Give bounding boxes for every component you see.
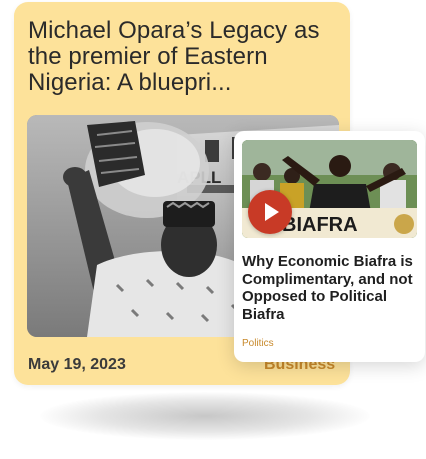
banner-lettering: BIAFRA <box>282 214 358 236</box>
related-article-category[interactable]: Politics <box>242 338 274 349</box>
play-button[interactable] <box>248 190 292 234</box>
play-icon <box>265 203 279 221</box>
related-article-title[interactable]: Why Economic Biafra is Complimentary, an… <box>242 253 420 323</box>
main-article-date: May 19, 2023 <box>28 356 126 373</box>
main-article-title[interactable]: Michael Opara’s Legacy as the premier of… <box>28 18 340 96</box>
related-article-card[interactable]: BIAFRA Why Economic Biafra is Compliment… <box>234 131 425 362</box>
card-shadow <box>40 392 370 440</box>
